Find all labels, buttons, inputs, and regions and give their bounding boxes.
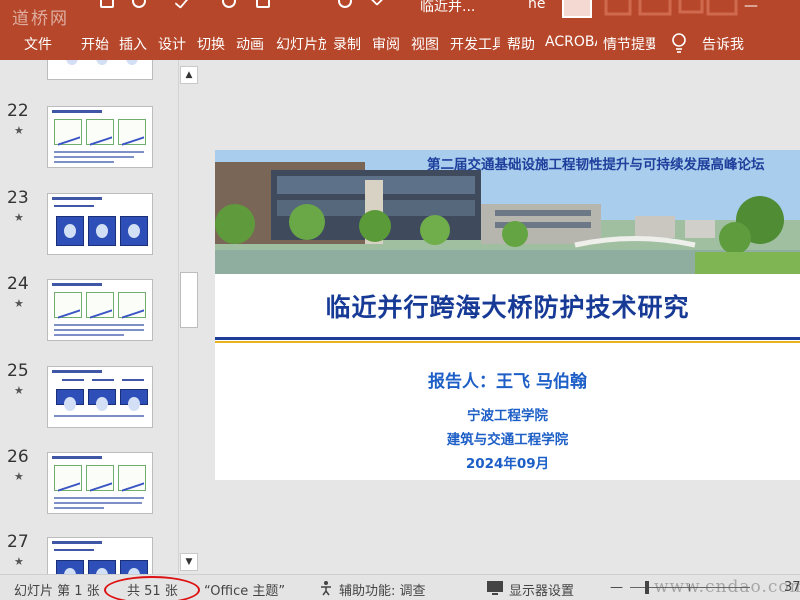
slide-number: 22 bbox=[7, 101, 29, 121]
institution-university: 宁波工程学院 bbox=[467, 408, 548, 424]
avatar[interactable] bbox=[562, 0, 592, 18]
conference-banner: 第二届交通基础设施工程韧性提升与可持续发展高峰论坛 bbox=[427, 157, 765, 173]
window-title: 临近并... bbox=[420, 0, 476, 15]
slide-number: 27 bbox=[7, 532, 29, 552]
check-icon[interactable] bbox=[174, 0, 190, 9]
zoom-level[interactable]: 37 bbox=[784, 580, 800, 595]
slide-number: 24 bbox=[7, 274, 29, 294]
slide-position: 幻灯片 第 1 张 bbox=[14, 584, 100, 599]
presentation-date: 2024年09月 bbox=[465, 456, 550, 472]
tab-animations[interactable]: 动画 bbox=[236, 34, 269, 54]
powerpoint-window: 道桥网 临近并... ne — 文件 开始 插入 设计 切换 动画 幻灯片放映 … bbox=[0, 0, 800, 600]
slide-thumbnail[interactable] bbox=[47, 106, 153, 168]
star-icon: ★ bbox=[14, 297, 24, 310]
display-settings-icon[interactable] bbox=[486, 579, 506, 597]
search-icon[interactable] bbox=[222, 0, 236, 8]
star-icon: ★ bbox=[14, 555, 24, 568]
title-pattern-decoration bbox=[604, 0, 738, 16]
tab-review[interactable]: 审阅 bbox=[372, 34, 404, 54]
slide-thumbnail[interactable] bbox=[47, 193, 153, 255]
ribbon-tabs: 文件 开始 插入 设计 切换 动画 幻灯片放映 录制 审阅 视图 开发工具 帮助… bbox=[0, 26, 800, 60]
display-settings[interactable]: 显示器设置 bbox=[509, 580, 574, 599]
scroll-down-button[interactable]: ▼ bbox=[180, 553, 198, 571]
title-divider-blue bbox=[215, 337, 800, 340]
zoom-out-button[interactable]: — bbox=[610, 580, 623, 595]
slide-thumbnail[interactable] bbox=[47, 452, 153, 514]
tab-design[interactable]: 设计 bbox=[158, 34, 190, 54]
tab-help[interactable]: 帮助 bbox=[507, 34, 539, 54]
star-icon: ★ bbox=[14, 384, 24, 397]
tab-view[interactable]: 视图 bbox=[411, 34, 443, 54]
current-slide[interactable]: 第二届交通基础设施工程韧性提升与可持续发展高峰论坛 临近并行跨海大桥防护技术研究… bbox=[215, 150, 800, 480]
tell-me-search[interactable]: 告诉我 bbox=[702, 34, 762, 54]
presenter-line: 报告人：王飞 马伯翰 bbox=[428, 372, 587, 392]
slide-title: 临近并行跨海大桥防护技术研究 bbox=[325, 293, 690, 322]
tab-record[interactable]: 录制 bbox=[333, 34, 365, 54]
theme-name: “Office 主题” bbox=[204, 584, 286, 599]
scrollbar-thumb[interactable] bbox=[180, 272, 198, 328]
save-icon[interactable] bbox=[100, 0, 114, 8]
slide-thumbnail[interactable] bbox=[47, 279, 153, 341]
chevron-down-icon[interactable] bbox=[369, 0, 385, 7]
slide-number: 26 bbox=[7, 447, 29, 467]
tab-slideshow[interactable]: 幻灯片放映 bbox=[276, 34, 326, 54]
star-icon: ★ bbox=[14, 211, 24, 224]
window-title-suffix: ne bbox=[528, 0, 546, 12]
tab-developer[interactable]: 开发工具 bbox=[450, 34, 500, 54]
tab-home[interactable]: 开始 bbox=[81, 34, 113, 54]
slide-number: 23 bbox=[7, 188, 29, 208]
slide-number: 25 bbox=[7, 361, 29, 381]
tab-file[interactable]: 文件 bbox=[24, 34, 58, 54]
accessibility-status[interactable]: 辅助功能: 调查 bbox=[339, 580, 426, 599]
minimize-icon[interactable]: — bbox=[744, 0, 758, 14]
present-icon[interactable] bbox=[256, 0, 270, 8]
slide-thumbnail[interactable] bbox=[47, 537, 153, 574]
tab-acrobat[interactable]: ACROBAT bbox=[545, 34, 597, 50]
slide-thumbnail[interactable] bbox=[47, 366, 153, 428]
highlight-circle bbox=[104, 576, 200, 600]
thumbnail-scrollbar[interactable]: ▲ ▼ bbox=[178, 60, 198, 574]
title-bar: 道桥网 临近并... ne — bbox=[0, 0, 800, 29]
title-divider-gold bbox=[215, 341, 800, 343]
star-icon: ★ bbox=[14, 124, 24, 137]
scroll-up-button[interactable]: ▲ bbox=[180, 66, 198, 84]
status-bar: 幻灯片 第 1 张 共 51 张 “Office 主题” 辅助功能: 调查 显示… bbox=[0, 574, 800, 600]
star-icon: ★ bbox=[14, 470, 24, 483]
accessibility-icon[interactable] bbox=[318, 579, 336, 597]
slide-thumbnail-pane: 22 ★ 23 ★ 24 ★ 25 ★ 26 ★ 27 ★ bbox=[0, 60, 178, 574]
undo-icon[interactable] bbox=[132, 0, 146, 8]
institution-college: 建筑与交通工程学院 bbox=[446, 432, 569, 448]
record-icon[interactable] bbox=[338, 0, 352, 8]
tab-transitions[interactable]: 切换 bbox=[197, 34, 229, 54]
slide-editing-area: 第二届交通基础设施工程韧性提升与可持续发展高峰论坛 临近并行跨海大桥防护技术研究… bbox=[199, 60, 800, 574]
watermark-bottom: www.cndao.com bbox=[654, 577, 800, 597]
tab-storyboard[interactable]: 情节提要 bbox=[603, 34, 655, 54]
slide-thumbnail-21[interactable] bbox=[47, 60, 153, 80]
zoom-slider-knob[interactable] bbox=[645, 581, 649, 594]
lightbulb-icon bbox=[672, 33, 686, 53]
tab-insert[interactable]: 插入 bbox=[119, 34, 151, 54]
